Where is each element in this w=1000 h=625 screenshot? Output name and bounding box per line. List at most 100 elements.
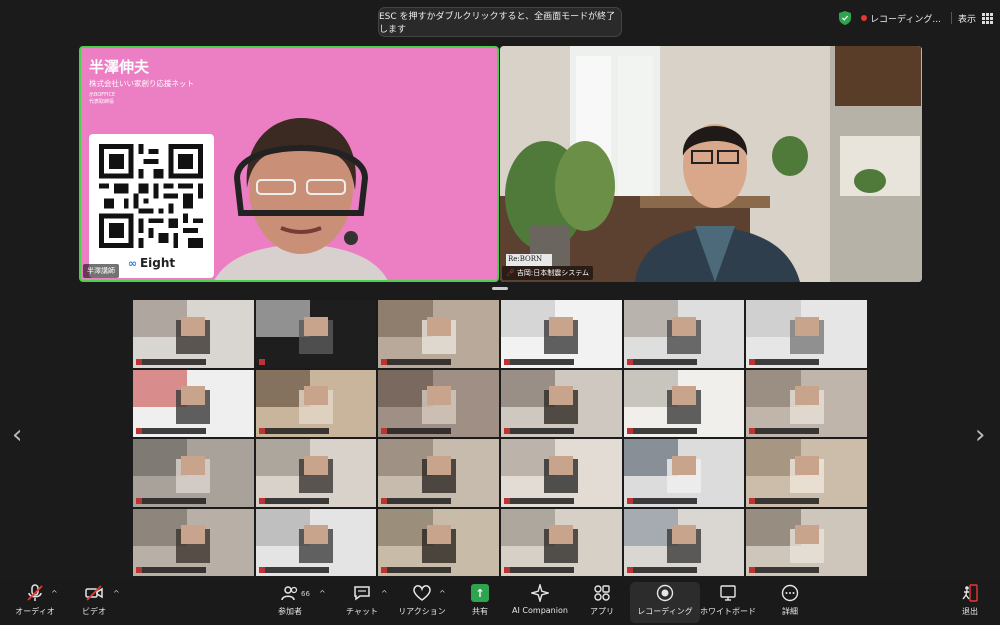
muted-mic-icon [626,497,633,504]
next-page-arrow-icon[interactable]: › [975,420,985,450]
fullscreen-exit-banner: ESC を押すかダブルクリックすると、全画面モードが終了します [378,7,622,37]
participant-name-tag [626,358,697,365]
muted-mic-icon [626,358,633,365]
participant-name-tag [626,497,697,504]
participant-tile[interactable] [255,369,377,437]
participants-count: 66 [301,590,310,598]
participant-video-face [671,525,697,545]
participant-name-tag [749,428,820,434]
participant-tile[interactable] [623,508,745,576]
video-off-icon [85,585,103,601]
participant-name: 吉岡:日本制震システム [516,269,590,277]
muted-mic-icon [258,567,265,573]
details-button[interactable]: 詳細 [755,584,825,617]
participant-tile[interactable] [133,300,254,368]
participant-name-tag [503,428,574,434]
speaker-video-left[interactable]: 半澤伸夫 株式会社いい家創り応援ネット 示BOFFICE 代表取締役 ∞ Eigh… [79,46,499,282]
participant-tile[interactable] [500,300,622,368]
participant-tile[interactable] [746,439,867,507]
muted-mic-icon [381,428,388,434]
participant-name-tag [136,358,206,365]
speaker-view-divider-handle[interactable] [492,287,508,290]
top-right-status: レコーディング... 表示 [839,9,993,27]
participant-tile[interactable] [746,508,867,576]
grid-view-icon[interactable] [982,13,993,24]
recording-indicator[interactable]: レコーディング... [857,12,945,25]
participant-video-face [794,455,819,475]
view-label[interactable]: 表示 [958,12,976,25]
participant-name-tag [381,567,452,573]
participant-tile[interactable] [255,508,377,576]
participant-tile[interactable] [133,439,254,507]
participant-tile[interactable] [378,369,499,437]
participants-button[interactable]: 参加者 [255,584,325,617]
muted-mic-icon [749,497,756,504]
audio-label: オーディオ [15,607,55,616]
share-arrow-icon: ↑ [471,584,489,602]
meeting-toolbar: オーディオ ^ ビデオ ^ 参加者 66 ^ チャット ^ リアクション ^ ↑… [0,580,1000,625]
participant-name-tag [258,497,329,504]
presenter-company: 株式会社いい家創り応援ネット [89,79,194,88]
participant-tile[interactable] [255,439,377,507]
muted-mic-icon [258,428,265,434]
participants-options-caret-icon[interactable]: ^ [319,589,326,598]
participant-tile[interactable] [378,300,499,368]
participant-name-tag [381,497,452,504]
chat-label: チャット [346,607,378,616]
participant-name-tag [136,497,206,504]
participant-video-face [549,316,574,336]
whiteboard-button[interactable]: ホワイトボード [693,584,763,617]
leave-button[interactable]: 退出 [935,584,1000,617]
participant-video-face [794,386,819,406]
participant-video-face [181,386,206,406]
video-label: ビデオ [82,607,106,616]
presenter-name-title: 半澤伸夫 [89,58,150,76]
prev-page-arrow-icon[interactable]: ‹ [12,420,22,450]
participant-video-face [181,525,206,545]
muted-mic-icon: 🎤︎ [506,269,515,277]
participant-name-tag [626,567,697,573]
participant-tile[interactable] [746,300,867,368]
room-background [500,46,922,282]
participant-tile[interactable] [623,369,745,437]
participant-tile[interactable] [500,369,622,437]
participant-name-tag [749,567,820,573]
zoom-meeting-window: ESC を押すかダブルクリックすると、全画面モードが終了します レコーディング.… [0,0,1000,625]
recording-label-toolbar: レコーディング [637,607,693,616]
participant-tile[interactable] [378,508,499,576]
participant-video-face [671,316,697,336]
participant-name-tag [258,567,329,573]
leave-icon [962,584,978,602]
muted-mic-icon [136,358,142,365]
participant-tile[interactable] [623,439,745,507]
speaker-video-right[interactable]: Re:BORN 🎤︎ 吉岡:日本制震システム [500,46,922,282]
ai-companion-button[interactable]: AI Companion [505,584,575,615]
participant-tile[interactable] [255,300,377,368]
video-options-caret-icon[interactable]: ^ [113,589,120,598]
participant-video-face [303,316,329,336]
sparkle-icon [531,584,549,602]
divider [950,12,952,24]
whiteboard-icon [720,585,736,601]
audio-options-caret-icon[interactable]: ^ [51,589,58,598]
participants-icon [281,586,298,601]
apps-button[interactable]: アプリ [567,584,637,617]
participant-tile[interactable] [746,369,867,437]
participant-video-face [549,455,574,475]
recording-dot-icon [861,15,868,21]
participant-tile[interactable] [623,300,745,368]
participant-tile[interactable] [500,439,622,507]
chat-icon [354,586,370,601]
participant-video-face [181,316,206,336]
participant-video-face [426,455,451,475]
reaction-label: リアクション [398,607,446,616]
participant-tile[interactable] [133,369,254,437]
recording-button[interactable]: レコーディング [630,582,700,623]
participant-tile[interactable] [133,508,254,576]
presenter-role: 代表取締役 [89,99,115,105]
muted-mic-icon [258,497,265,504]
muted-mic-icon [503,358,510,365]
participant-tile[interactable] [500,508,622,576]
participant-tile[interactable] [378,439,499,507]
shield-icon [839,11,852,25]
